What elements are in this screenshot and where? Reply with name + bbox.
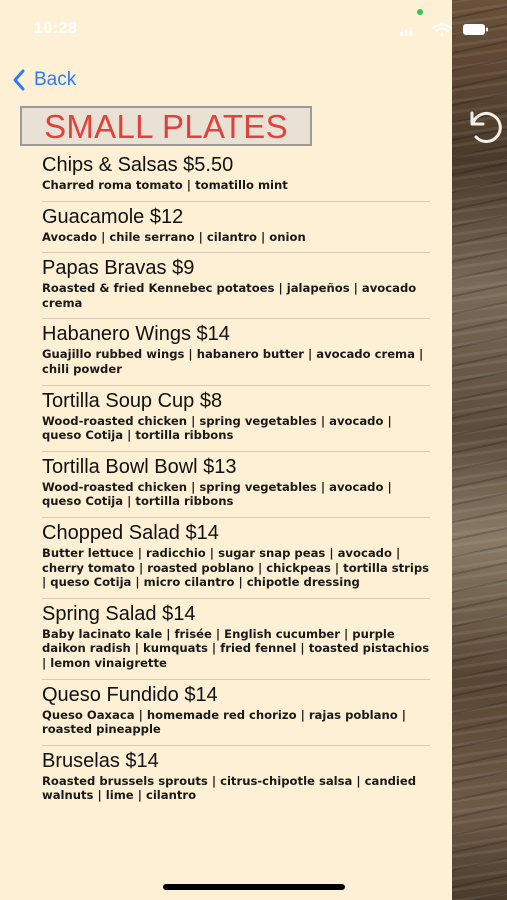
menu-item-name: Habanero Wings $14 — [42, 323, 230, 346]
menu-item-name: Guacamole $12 — [42, 205, 184, 228]
menu-item-name: Tortilla Soup Cup $8 — [42, 389, 223, 412]
menu-item-description: Roasted brussels sprouts | citrus-chipot… — [42, 773, 417, 803]
undo-icon[interactable] — [462, 104, 504, 146]
menu-item-description: Roasted & fried Kennebec potatoes | jala… — [42, 281, 417, 310]
chevron-left-icon — [13, 69, 25, 91]
menu-item: Spring Salad $14 Baby lacinato kale | fri… — [42, 599, 430, 680]
menu-item: Queso Fundido $14 Queso Oaxaca | homemade… — [42, 680, 430, 746]
menu-item-name: Chopped Salad $14 — [42, 521, 219, 544]
menu-item-name: Bruselas $14 — [42, 749, 159, 772]
section-title: SMALL PLATES — [20, 106, 312, 146]
menu-item-name: Queso Fundido $14 — [42, 683, 218, 706]
menu-item-name: Tortilla Bowl Bowl $13 — [42, 455, 237, 478]
menu-item-description: Wood-roasted chicken | spring vegetables… — [42, 413, 392, 443]
menu-item-description: Butter lettuce | radicchio | sugar snap … — [42, 545, 430, 590]
menu-item: Guacamole $12 Avocado | chile serrano | c… — [42, 202, 430, 254]
menu-item: Papas Bravas $9 Roasted & fried Kennebec … — [42, 253, 430, 320]
menu-item-description: Guajillo rubbed wings | habanero butter … — [42, 347, 424, 376]
menu-item: Chips & Salsas $5.50 Charred roma tomato … — [42, 150, 430, 202]
menu-item: Tortilla Bowl Bowl $13 Wood-roasted chick… — [42, 452, 430, 518]
home-indicator[interactable] — [163, 884, 345, 890]
menu-item-description: Wood-roasted chicken | spring vegetables… — [42, 479, 392, 509]
menu-item-description: Charred roma tomato | tomatillo mint — [42, 178, 288, 192]
status-icons — [400, 23, 488, 37]
menu-item: Bruselas $14 Roasted brussels sprouts | c… — [42, 746, 430, 811]
menu-item-description: Baby lacinato kale | frisée | English cu… — [42, 626, 430, 670]
menu-item: Tortilla Soup Cup $8 Wood-roasted chicken… — [42, 386, 430, 452]
status-time: 10:28 — [34, 20, 78, 37]
privacy-indicator-dot — [417, 9, 423, 15]
menu-item: Habanero Wings $14 Guajillo rubbed wings … — [42, 319, 430, 386]
menu-item-name: Papas Bravas $9 — [42, 257, 195, 280]
menu-item: Chopped Salad $14 Butter lettuce | radicc… — [42, 518, 430, 599]
menu-item-description: Avocado | chile serrano | cilantro | oni… — [42, 229, 306, 244]
battery-icon — [463, 24, 488, 35]
menu-item-name: Spring Salad $14 — [42, 602, 196, 625]
wifi-icon — [431, 23, 453, 37]
menu-item-description: Queso Oaxaca | homemade red chorizo | ra… — [42, 707, 406, 737]
menu-panel: 10:28 Back SMALL PLATES Chips & Salsas $… — [0, 0, 452, 900]
cellular-signal-icon — [400, 27, 412, 36]
menu-list: Chips & Salsas $5.50 Charred roma tomato … — [42, 150, 430, 811]
back-label: Back — [34, 69, 77, 90]
menu-item-name: Chips & Salsas $5.50 — [42, 154, 234, 176]
back-button[interactable]: Back — [12, 66, 76, 94]
